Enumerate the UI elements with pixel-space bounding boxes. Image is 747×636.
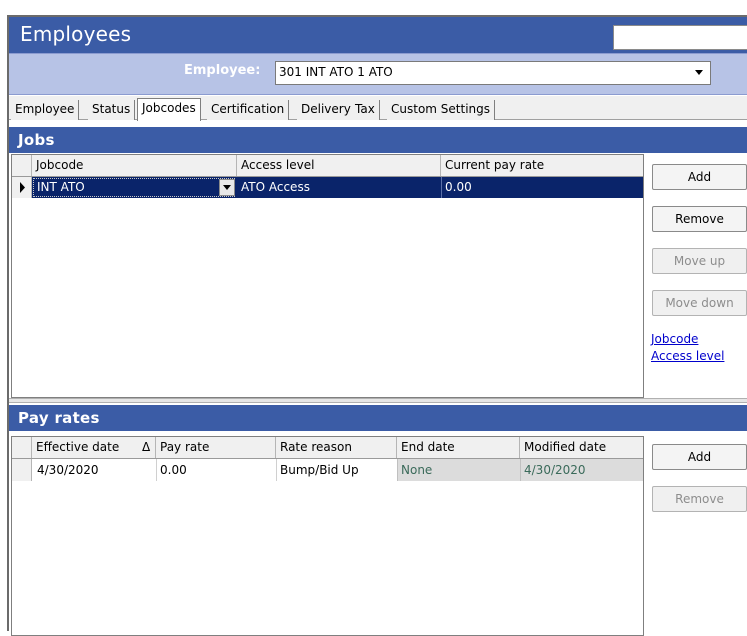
column-header-modified-date[interactable]: Modified date [520,437,643,458]
dropdown-arrow-icon[interactable] [689,63,709,82]
end-date-cell: None [401,463,433,477]
tab-jobcodes[interactable]: Jobcodes [137,98,201,121]
rate-reason-cell: Bump/Bid Up [280,463,359,477]
title-search-input[interactable] [613,25,747,50]
column-header-current-pay-rate[interactable]: Current pay rate [441,155,643,176]
jobcode-cell: INT ATO [37,180,85,194]
cell-divider [520,459,521,481]
pay-rate-cell: 0.00 [160,463,187,477]
remove-job-button[interactable]: Remove [652,206,747,232]
column-header-end-date[interactable]: End date [397,437,520,458]
window-title: Employees [20,22,132,46]
pay-rates-grid-header: Effective date Δ Pay rate Rate reason En… [12,437,643,459]
row-selector[interactable] [12,177,32,198]
jobs-grid-header: Jobcode Access level Current pay rate [12,155,643,177]
row-header-corner [12,437,32,458]
column-header-effective-date-label: Effective date [36,440,120,454]
row-selector[interactable] [12,459,32,481]
jobs-section-title: Jobs [18,131,55,149]
tab-delivery[interactable]: Delivery [297,100,356,120]
chevron-down-icon [223,185,231,190]
pay-rate-cell: 0.00 [445,180,472,194]
tab-status[interactable]: Status [88,100,136,120]
cell-divider [276,459,277,481]
add-job-button[interactable]: Add [652,164,747,190]
remove-pay-rate-button[interactable]: Remove [652,486,747,512]
add-pay-rate-button[interactable]: Add [652,444,747,470]
jobs-section-header [9,127,747,153]
employee-dropdown-value: 301 INT ATO 1 ATO [279,65,393,79]
modified-date-cell: 4/30/2020 [524,463,586,477]
jobcode-dropdown-button[interactable] [219,179,235,196]
pay-rates-section-title: Pay rates [18,409,100,427]
tab-tax[interactable]: Tax [351,100,380,120]
employee-label: Employee: [184,63,261,78]
cell-divider [441,177,442,198]
access-level-cell: ATO Access [241,180,310,194]
column-header-effective-date[interactable]: Effective date Δ [32,437,156,458]
current-row-arrow-icon [20,182,25,193]
jobs-grid[interactable]: Jobcode Access level Current pay rate IN… [11,154,644,398]
move-up-button[interactable]: Move up [652,248,747,274]
row-header-corner [12,155,32,176]
move-down-button[interactable]: Move down [652,290,747,316]
column-header-rate-reason[interactable]: Rate reason [276,437,397,458]
tab-custom-settings[interactable]: Custom Settings [387,100,496,120]
sort-ascending-icon: Δ [142,440,151,454]
column-header-access-level[interactable]: Access level [237,155,441,176]
tab-certification[interactable]: Certification [207,100,290,120]
access-level-link[interactable]: Access level [651,349,724,363]
effective-date-cell: 4/30/2020 [37,463,99,477]
pay-rates-grid[interactable]: Effective date Δ Pay rate Rate reason En… [11,436,644,636]
jobcode-link[interactable]: Jobcode [651,332,698,346]
column-header-jobcode[interactable]: Jobcode [32,155,237,176]
section-splitter[interactable] [9,398,747,403]
tab-employee[interactable]: Employee [11,100,80,120]
cell-divider [156,459,157,481]
pay-rates-section-header [9,405,747,431]
column-header-pay-rate[interactable]: Pay rate [156,437,276,458]
cell-divider [397,459,398,481]
